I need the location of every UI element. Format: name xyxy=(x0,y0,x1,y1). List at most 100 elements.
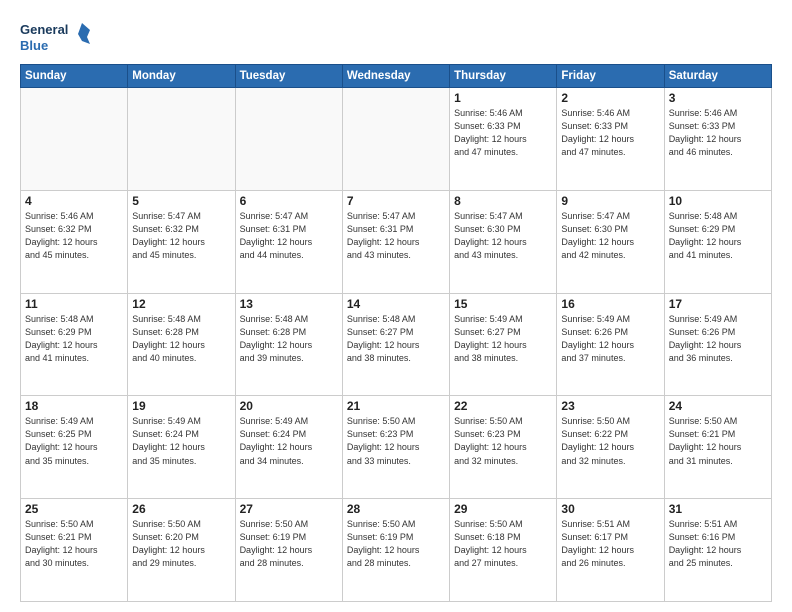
calendar-cell: 8 Sunrise: 5:47 AMSunset: 6:30 PMDaylight… xyxy=(450,190,557,293)
day-number: 26 xyxy=(132,502,230,516)
calendar-cell: 1 Sunrise: 5:46 AMSunset: 6:33 PMDaylight… xyxy=(450,88,557,191)
calendar-cell: 21 Sunrise: 5:50 AMSunset: 6:23 PMDayligh… xyxy=(342,396,449,499)
day-info: Sunrise: 5:46 AMSunset: 6:33 PMDaylight:… xyxy=(669,107,767,159)
day-info: Sunrise: 5:47 AMSunset: 6:30 PMDaylight:… xyxy=(561,210,659,262)
calendar-cell: 13 Sunrise: 5:48 AMSunset: 6:28 PMDayligh… xyxy=(235,293,342,396)
calendar-cell: 17Sunrise: 5:49 AMSunset: 6:26 PMDayligh… xyxy=(664,293,771,396)
calendar-cell xyxy=(342,88,449,191)
calendar-cell: 15Sunrise: 5:49 AMSunset: 6:27 PMDayligh… xyxy=(450,293,557,396)
calendar-cell: 30 Sunrise: 5:51 AMSunset: 6:17 PMDayligh… xyxy=(557,499,664,602)
weekday-header-saturday: Saturday xyxy=(664,65,771,88)
day-number: 27 xyxy=(240,502,338,516)
calendar-cell: 12Sunrise: 5:48 AMSunset: 6:28 PMDayligh… xyxy=(128,293,235,396)
day-info: Sunrise: 5:49 AMSunset: 6:24 PMDaylight:… xyxy=(132,415,230,467)
day-number: 22 xyxy=(454,399,552,413)
day-info: Sunrise: 5:46 AMSunset: 6:33 PMDaylight:… xyxy=(561,107,659,159)
calendar-cell: 6 Sunrise: 5:47 AMSunset: 6:31 PMDaylight… xyxy=(235,190,342,293)
day-number: 9 xyxy=(561,194,659,208)
day-info: Sunrise: 5:47 AMSunset: 6:31 PMDaylight:… xyxy=(347,210,445,262)
calendar-cell: 27 Sunrise: 5:50 AMSunset: 6:19 PMDayligh… xyxy=(235,499,342,602)
calendar-cell: 28Sunrise: 5:50 AMSunset: 6:19 PMDayligh… xyxy=(342,499,449,602)
weekday-header-thursday: Thursday xyxy=(450,65,557,88)
day-number: 14 xyxy=(347,297,445,311)
week-row-4: 18 Sunrise: 5:49 AMSunset: 6:25 PMDayligh… xyxy=(21,396,772,499)
day-info: Sunrise: 5:48 AMSunset: 6:27 PMDaylight:… xyxy=(347,313,445,365)
day-number: 10 xyxy=(669,194,767,208)
weekday-header-wednesday: Wednesday xyxy=(342,65,449,88)
calendar-cell: 23 Sunrise: 5:50 AMSunset: 6:22 PMDayligh… xyxy=(557,396,664,499)
day-number: 31 xyxy=(669,502,767,516)
day-number: 25 xyxy=(25,502,123,516)
day-number: 6 xyxy=(240,194,338,208)
day-info: Sunrise: 5:47 AMSunset: 6:31 PMDaylight:… xyxy=(240,210,338,262)
day-number: 3 xyxy=(669,91,767,105)
day-info: Sunrise: 5:50 AMSunset: 6:21 PMDaylight:… xyxy=(25,518,123,570)
day-info: Sunrise: 5:49 AMSunset: 6:26 PMDaylight:… xyxy=(669,313,767,365)
calendar-table: SundayMondayTuesdayWednesdayThursdayFrid… xyxy=(20,64,772,602)
logo-svg: General Blue xyxy=(20,18,90,58)
svg-text:Blue: Blue xyxy=(20,38,48,53)
day-info: Sunrise: 5:48 AMSunset: 6:29 PMDaylight:… xyxy=(669,210,767,262)
calendar-cell: 2 Sunrise: 5:46 AMSunset: 6:33 PMDaylight… xyxy=(557,88,664,191)
day-number: 29 xyxy=(454,502,552,516)
calendar-cell: 9 Sunrise: 5:47 AMSunset: 6:30 PMDaylight… xyxy=(557,190,664,293)
day-info: Sunrise: 5:50 AMSunset: 6:21 PMDaylight:… xyxy=(669,415,767,467)
day-number: 21 xyxy=(347,399,445,413)
day-info: Sunrise: 5:48 AMSunset: 6:28 PMDaylight:… xyxy=(240,313,338,365)
calendar-cell: 31 Sunrise: 5:51 AMSunset: 6:16 PMDayligh… xyxy=(664,499,771,602)
calendar-cell: 22 Sunrise: 5:50 AMSunset: 6:23 PMDayligh… xyxy=(450,396,557,499)
day-number: 18 xyxy=(25,399,123,413)
calendar-cell: 4 Sunrise: 5:46 AMSunset: 6:32 PMDaylight… xyxy=(21,190,128,293)
day-number: 12 xyxy=(132,297,230,311)
weekday-header-tuesday: Tuesday xyxy=(235,65,342,88)
day-number: 15 xyxy=(454,297,552,311)
day-info: Sunrise: 5:48 AMSunset: 6:29 PMDaylight:… xyxy=(25,313,123,365)
day-number: 30 xyxy=(561,502,659,516)
weekday-header-monday: Monday xyxy=(128,65,235,88)
day-number: 8 xyxy=(454,194,552,208)
day-info: Sunrise: 5:49 AMSunset: 6:25 PMDaylight:… xyxy=(25,415,123,467)
day-info: Sunrise: 5:50 AMSunset: 6:23 PMDaylight:… xyxy=(454,415,552,467)
day-number: 13 xyxy=(240,297,338,311)
weekday-header-friday: Friday xyxy=(557,65,664,88)
day-info: Sunrise: 5:51 AMSunset: 6:17 PMDaylight:… xyxy=(561,518,659,570)
calendar-cell: 24 Sunrise: 5:50 AMSunset: 6:21 PMDayligh… xyxy=(664,396,771,499)
weekday-header-row: SundayMondayTuesdayWednesdayThursdayFrid… xyxy=(21,65,772,88)
day-info: Sunrise: 5:47 AMSunset: 6:30 PMDaylight:… xyxy=(454,210,552,262)
calendar-cell xyxy=(21,88,128,191)
day-info: Sunrise: 5:50 AMSunset: 6:22 PMDaylight:… xyxy=(561,415,659,467)
day-info: Sunrise: 5:46 AMSunset: 6:32 PMDaylight:… xyxy=(25,210,123,262)
week-row-3: 11 Sunrise: 5:48 AMSunset: 6:29 PMDayligh… xyxy=(21,293,772,396)
calendar-cell: 16Sunrise: 5:49 AMSunset: 6:26 PMDayligh… xyxy=(557,293,664,396)
day-number: 11 xyxy=(25,297,123,311)
day-number: 4 xyxy=(25,194,123,208)
day-info: Sunrise: 5:49 AMSunset: 6:24 PMDaylight:… xyxy=(240,415,338,467)
logo: General Blue xyxy=(20,18,90,58)
day-number: 1 xyxy=(454,91,552,105)
calendar-cell: 10 Sunrise: 5:48 AMSunset: 6:29 PMDayligh… xyxy=(664,190,771,293)
calendar-cell: 19 Sunrise: 5:49 AMSunset: 6:24 PMDayligh… xyxy=(128,396,235,499)
day-number: 7 xyxy=(347,194,445,208)
svg-text:General: General xyxy=(20,22,68,37)
day-number: 19 xyxy=(132,399,230,413)
day-number: 23 xyxy=(561,399,659,413)
day-number: 2 xyxy=(561,91,659,105)
calendar-cell: 11 Sunrise: 5:48 AMSunset: 6:29 PMDayligh… xyxy=(21,293,128,396)
day-number: 24 xyxy=(669,399,767,413)
calendar-cell: 25 Sunrise: 5:50 AMSunset: 6:21 PMDayligh… xyxy=(21,499,128,602)
calendar-cell: 29 Sunrise: 5:50 AMSunset: 6:18 PMDayligh… xyxy=(450,499,557,602)
page: General Blue SundayMondayTuesdayWednesda… xyxy=(0,0,792,612)
calendar-cell: 18 Sunrise: 5:49 AMSunset: 6:25 PMDayligh… xyxy=(21,396,128,499)
day-info: Sunrise: 5:50 AMSunset: 6:23 PMDaylight:… xyxy=(347,415,445,467)
day-info: Sunrise: 5:49 AMSunset: 6:26 PMDaylight:… xyxy=(561,313,659,365)
calendar-cell: 3 Sunrise: 5:46 AMSunset: 6:33 PMDaylight… xyxy=(664,88,771,191)
header: General Blue xyxy=(20,18,772,58)
week-row-1: 1 Sunrise: 5:46 AMSunset: 6:33 PMDaylight… xyxy=(21,88,772,191)
day-info: Sunrise: 5:50 AMSunset: 6:18 PMDaylight:… xyxy=(454,518,552,570)
day-info: Sunrise: 5:46 AMSunset: 6:33 PMDaylight:… xyxy=(454,107,552,159)
day-info: Sunrise: 5:51 AMSunset: 6:16 PMDaylight:… xyxy=(669,518,767,570)
calendar-cell xyxy=(235,88,342,191)
day-info: Sunrise: 5:50 AMSunset: 6:19 PMDaylight:… xyxy=(240,518,338,570)
calendar-cell: 7 Sunrise: 5:47 AMSunset: 6:31 PMDaylight… xyxy=(342,190,449,293)
calendar-cell: 14 Sunrise: 5:48 AMSunset: 6:27 PMDayligh… xyxy=(342,293,449,396)
